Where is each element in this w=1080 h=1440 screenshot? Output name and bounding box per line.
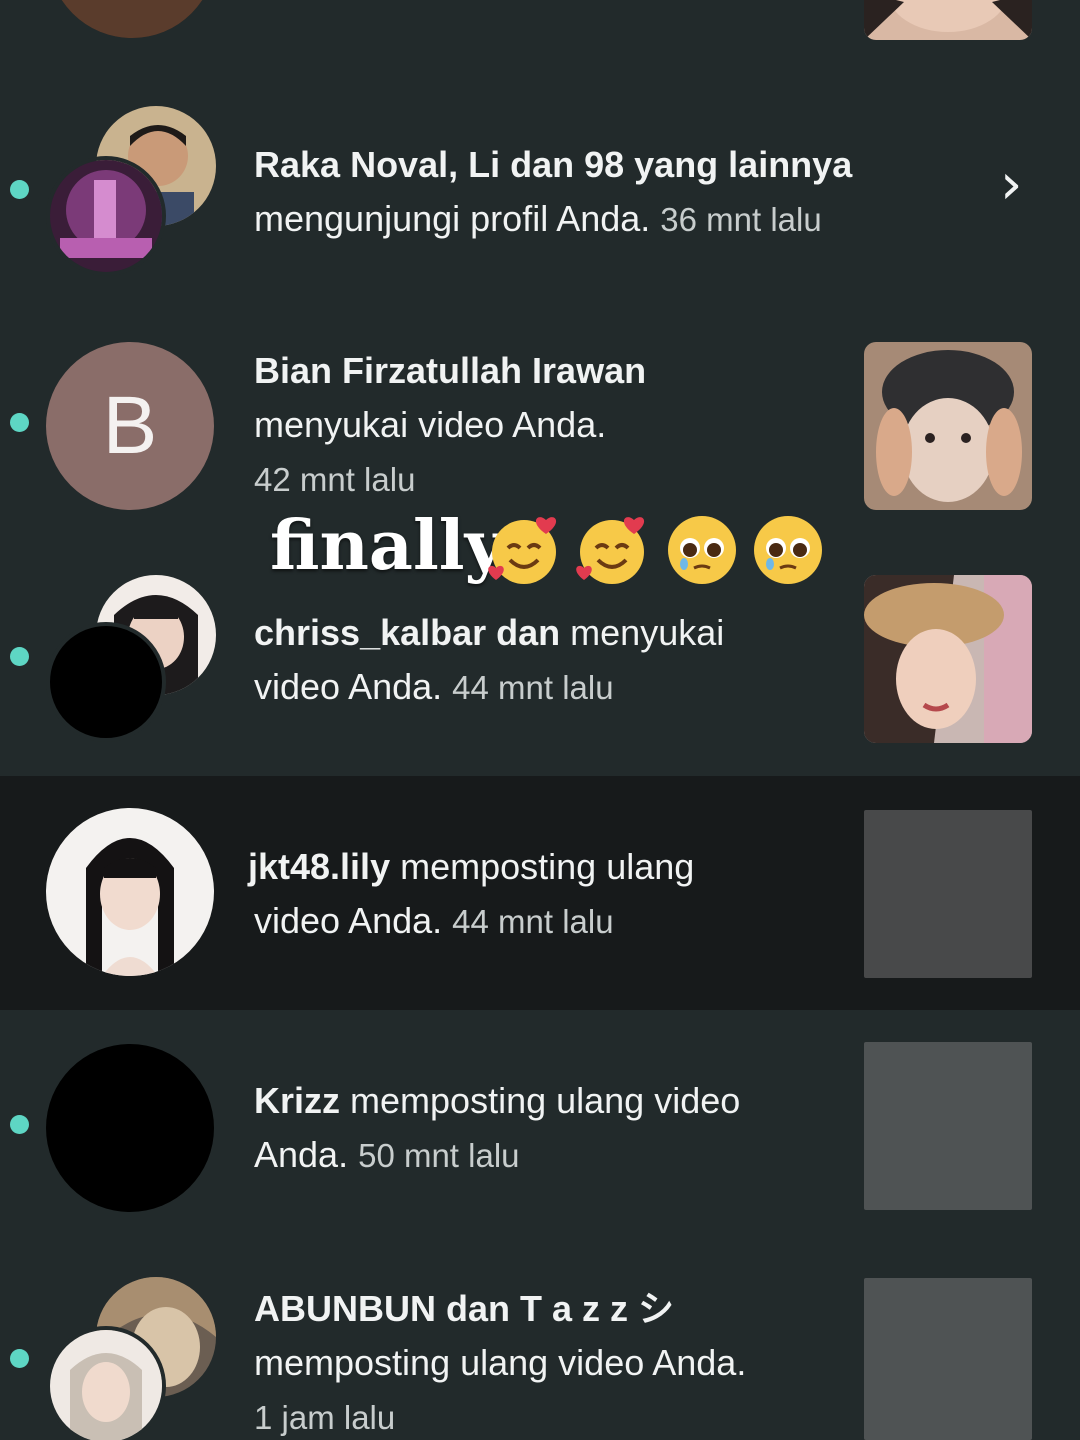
notification-actors[interactable]: Krizz [254, 1080, 340, 1121]
video-thumbnail-placeholder[interactable] [864, 1042, 1032, 1210]
notification-actors[interactable]: jkt48.lily [248, 846, 390, 887]
notification-actors[interactable]: chriss_kalbar dan [254, 612, 570, 653]
notification-action-cont: video Anda. [254, 666, 443, 707]
notification-text: jkt48.lily memposting ulang video Anda. … [248, 840, 694, 949]
notification-text: Krizz memposting ulang video Anda. 50 mn… [254, 1074, 740, 1183]
notification-action-cont: video Anda. [254, 900, 443, 941]
unread-dot [10, 1349, 29, 1368]
notification-action: memposting ulang [400, 846, 695, 887]
video-thumbnail-placeholder[interactable] [864, 1278, 1032, 1440]
notification-time: 36 mnt lalu [660, 201, 822, 238]
notification-row-like[interactable]: B Bian Firzatullah Irawan menyukai video… [0, 330, 1080, 520]
video-thumbnail-placeholder[interactable] [864, 810, 1032, 978]
notification-time: 50 mnt lalu [358, 1137, 520, 1174]
notification-action: memposting ulang video Anda. [254, 1342, 747, 1383]
notification-text: chriss_kalbar dan menyukai video Anda. 4… [254, 606, 724, 715]
notification-actors[interactable]: Bian Firzatullah Irawan [254, 350, 646, 391]
notification-row-repost-highlighted[interactable]: jkt48.lily memposting ulang video Anda. … [0, 776, 1080, 1010]
avatar-actor[interactable] [46, 1044, 214, 1212]
notification-row-profile-visits[interactable]: Raka Noval, Li dan 98 yang lainnya mengu… [0, 100, 1080, 290]
notification-time: 44 mnt lalu [452, 669, 614, 706]
avatar-initial: B [102, 380, 158, 471]
notification-text: Bian Firzatullah Irawan menyukai video A… [254, 344, 646, 507]
notification-time: 42 mnt lalu [254, 461, 416, 498]
avatar-actor-2[interactable] [46, 622, 166, 742]
notification-action: menyukai [570, 612, 725, 653]
unread-dot [10, 413, 29, 432]
avatar-actor[interactable] [46, 808, 214, 976]
notification-time: 1 jam lalu [254, 1399, 396, 1436]
notification-action: mengunjungi profil Anda. [254, 198, 651, 239]
unread-dot [10, 647, 29, 666]
notification-action: menyukai video Anda. [254, 404, 607, 445]
avatar-top-partial[interactable] [48, 0, 216, 38]
unread-dot [10, 1115, 29, 1134]
notification-actors[interactable]: Raka Noval, Li dan 98 yang lainnya [254, 144, 852, 185]
avatar-visitor-2[interactable] [46, 156, 166, 276]
notification-actors[interactable]: ABUNBUN dan T a z z シ [254, 1288, 674, 1329]
unread-dot [10, 180, 29, 199]
notification-time: 44 mnt lalu [452, 903, 614, 940]
notification-action-cont: Anda. [254, 1134, 349, 1175]
avatar-letter[interactable]: B [46, 342, 214, 510]
avatar-actor-2[interactable] [46, 1326, 166, 1440]
video-thumbnail[interactable] [864, 575, 1032, 743]
notification-action: memposting ulang video [350, 1080, 741, 1121]
notification-row-repost[interactable]: Krizz memposting ulang video Anda. 50 mn… [0, 1040, 1080, 1230]
notification-row-like-multiple[interactable]: chriss_kalbar dan menyukai video Anda. 4… [0, 570, 1080, 760]
notification-text: Raka Noval, Li dan 98 yang lainnya mengu… [254, 138, 852, 247]
video-thumbnail[interactable] [864, 342, 1032, 510]
video-thumbnail-top-partial[interactable] [864, 0, 1032, 40]
chevron-right-icon[interactable]: › [1000, 152, 1022, 217]
notification-text: ABUNBUN dan T a z z シ memposting ulang v… [254, 1282, 746, 1440]
notification-row-repost-multiple[interactable]: ABUNBUN dan T a z z シ memposting ulang v… [0, 1270, 1080, 1440]
